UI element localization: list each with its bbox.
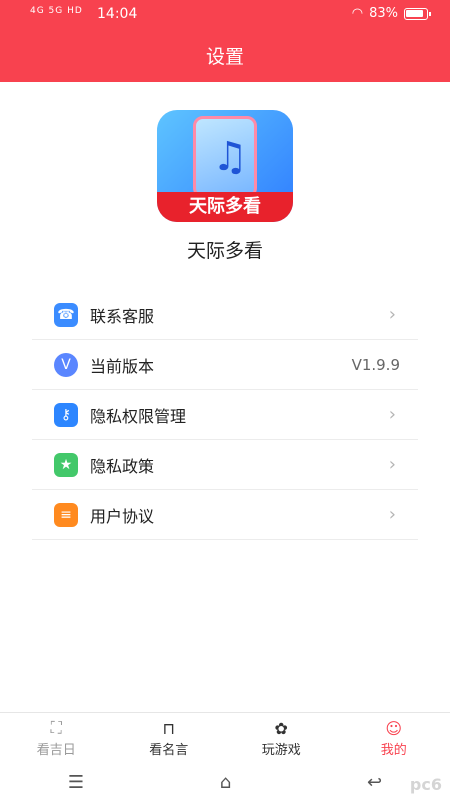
app-name: 天际多看 (186, 240, 263, 262)
tab-label: 我的 (380, 743, 407, 758)
chevron-right-icon: › (388, 304, 396, 325)
chevron-right-icon: › (388, 454, 396, 475)
music-note-icon: ♫ (212, 134, 248, 180)
tab-quotes[interactable]: ⊓ 看名言 (113, 713, 226, 764)
signal-indicator: 4G 5G HD (30, 6, 83, 16)
battery-percent: 83% (369, 6, 398, 21)
page-title: 设置 (205, 46, 244, 68)
flower-icon: ✿ (274, 718, 288, 738)
settings-menu: ☎ 联系客服 › V 当前版本 V1.9.9 ⚷ 隐私权限管理 › ★ 隐私政策… (32, 290, 418, 540)
status-right: ◠ 83% (351, 6, 431, 21)
version-value: V1.9.9 (351, 355, 400, 374)
menu-item-label: 隐私政策 (90, 456, 155, 476)
top-bar: 4G 5G HD 14:04 ◠ 83% 设置 (0, 0, 450, 82)
key-icon: ⚷ (54, 402, 78, 427)
tab-games[interactable]: ✿ 玩游戏 (225, 713, 338, 764)
app-logo: ♫ 天际多看 (157, 110, 293, 222)
scan-icon: ⛶ (50, 718, 62, 737)
menu-item-label: 隐私权限管理 (90, 406, 187, 426)
tab-label: 玩游戏 (261, 743, 301, 758)
menu-icon[interactable]: ☰ (68, 772, 84, 793)
menu-item-user-agreement[interactable]: ≡ 用户协议 › (32, 490, 418, 540)
menu-item-current-version[interactable]: V 当前版本 V1.9.9 (32, 340, 418, 390)
chevron-right-icon: › (388, 504, 396, 525)
bottom-tab-bar: ⛶ 看吉日 ⊓ 看名言 ✿ 玩游戏 ☺ 我的 (0, 712, 450, 764)
system-nav-bar: ☰ ⌂ ↩ (0, 764, 450, 800)
tab-label: 看名言 (149, 743, 189, 758)
status-time: 14:04 (97, 6, 138, 22)
menu-item-privacy-policy[interactable]: ★ 隐私政策 › (32, 440, 418, 490)
home-icon[interactable]: ⌂ (220, 772, 231, 793)
status-bar: 4G 5G HD 14:04 ◠ 83% (0, 0, 450, 28)
wifi-icon: ◠ (351, 6, 364, 21)
tab-label: 看吉日 (36, 743, 76, 758)
menu-item-label: 当前版本 (90, 356, 155, 376)
logo-ribbon: 天际多看 (157, 192, 293, 222)
headset-icon: ☎ (54, 302, 78, 327)
menu-item-contact-service[interactable]: ☎ 联系客服 › (32, 290, 418, 340)
menu-item-label: 用户协议 (90, 506, 155, 526)
watermark: pc6 (409, 775, 442, 794)
menu-item-privacy-permissions[interactable]: ⚷ 隐私权限管理 › (32, 390, 418, 440)
chevron-right-icon: › (388, 404, 396, 425)
user-icon: ☺ (385, 718, 403, 738)
bookmark-icon: ★ (54, 452, 78, 477)
basket-icon: ⊓ (162, 718, 175, 738)
tab-mine[interactable]: ☺ 我的 (338, 713, 450, 764)
back-icon[interactable]: ↩ (367, 772, 382, 793)
version-icon: V (54, 352, 78, 377)
menu-item-label: 联系客服 (90, 306, 155, 326)
document-icon: ≡ (54, 502, 78, 527)
battery-icon (404, 7, 431, 20)
tab-lucky-day[interactable]: ⛶ 看吉日 (0, 713, 113, 764)
